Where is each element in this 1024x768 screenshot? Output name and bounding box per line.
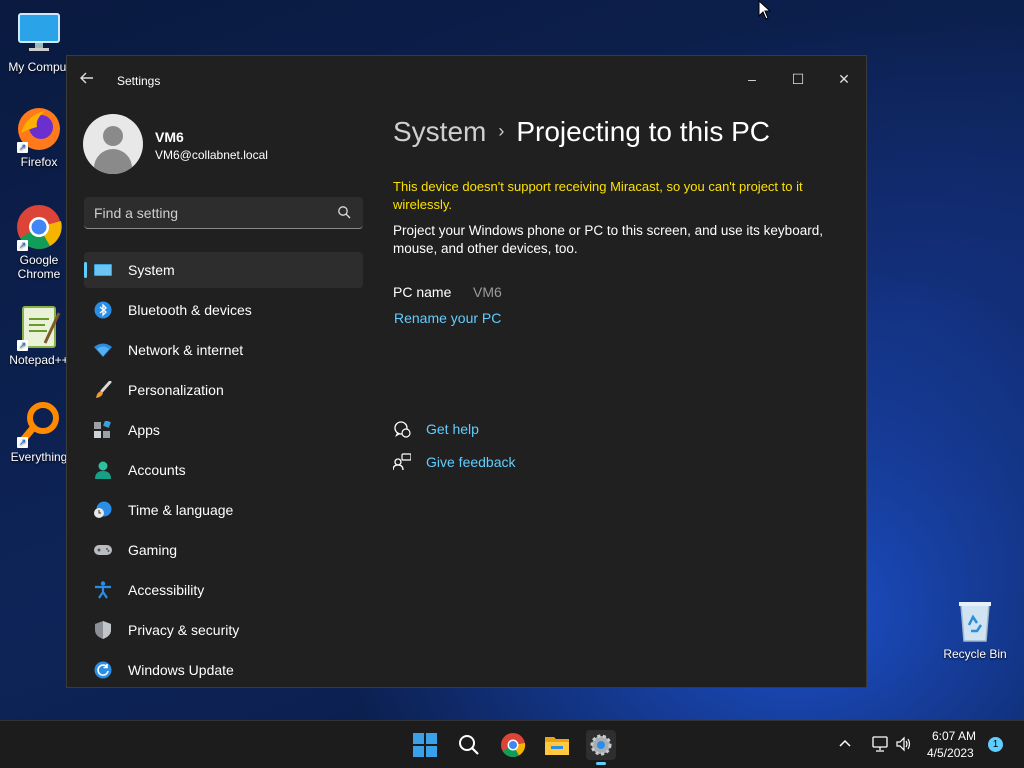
taskbar-chrome-button[interactable] [498, 730, 528, 760]
user-name: VM6 [155, 129, 184, 145]
sidebar-item-gaming[interactable]: Gaming [84, 532, 363, 568]
chrome-icon [501, 733, 526, 758]
avatar[interactable] [83, 114, 143, 174]
minimize-button[interactable]: – [729, 64, 775, 94]
tray-overflow-chevron-icon[interactable] [838, 736, 854, 752]
page-title: Projecting to this PC [516, 116, 771, 147]
clock-date[interactable]: 4/5/2023 [927, 746, 974, 760]
sidebar-item-label: Gaming [128, 542, 178, 558]
notification-badge[interactable]: 1 [988, 737, 1003, 752]
firefox-icon: ↗ [15, 105, 63, 153]
title-bar[interactable]: Settings – ☐ ✕ [67, 56, 866, 104]
sidebar-nav: System Bluetooth & devices Network & int… [84, 252, 363, 687]
user-email: VM6@collabnet.local [155, 148, 268, 162]
mouse-cursor-icon [758, 0, 772, 20]
search-icon[interactable] [337, 205, 351, 219]
feedback-icon [393, 453, 411, 471]
shortcut-arrow-icon: ↗ [17, 340, 28, 351]
update-icon [94, 661, 112, 679]
accessibility-icon [95, 581, 111, 599]
magnifier-icon: ↗ [15, 400, 63, 448]
desktop-icon-recycle-bin[interactable]: Recycle Bin [936, 597, 1014, 661]
breadcrumb-separator: › [498, 121, 505, 141]
sidebar-item-apps[interactable]: Apps [84, 412, 363, 448]
miracast-warning: This device doesn't support receiving Mi… [393, 179, 803, 212]
apps-icon [94, 421, 111, 438]
maximize-button[interactable]: ☐ [775, 64, 821, 94]
folder-icon [545, 737, 569, 755]
globe-clock-icon [94, 501, 112, 518]
sidebar-item-label: Personalization [128, 382, 224, 398]
get-help-label: Get help [426, 421, 479, 437]
breadcrumb: System › Projecting to this PC [393, 116, 770, 148]
controller-icon [94, 545, 112, 555]
clock-time[interactable]: 6:07 AM [932, 729, 976, 743]
taskbar-settings-button[interactable] [586, 730, 616, 765]
gear-icon [590, 734, 612, 756]
volume-icon[interactable] [895, 735, 913, 753]
back-button[interactable] [79, 70, 103, 92]
wifi-icon [94, 343, 112, 357]
give-feedback-label: Give feedback [426, 454, 516, 470]
shortcut-arrow-icon: ↗ [17, 437, 28, 448]
search-box[interactable] [84, 197, 363, 229]
windows-logo-icon [413, 733, 437, 757]
taskbar-file-explorer-button[interactable] [542, 730, 572, 760]
person-icon [95, 461, 111, 479]
recycle-bin-icon [951, 597, 999, 645]
breadcrumb-parent[interactable]: System [393, 116, 486, 147]
sidebar-item-label: Bluetooth & devices [128, 302, 252, 318]
sidebar-item-label: System [128, 262, 175, 278]
bluetooth-icon [94, 301, 112, 319]
taskbar-search-button[interactable] [454, 730, 484, 760]
desktop-icon-label: Recycle Bin [943, 647, 1007, 661]
sidebar-item-personalization[interactable]: Personalization [84, 372, 363, 408]
brush-icon [96, 381, 112, 398]
monitor-icon [94, 264, 112, 276]
sidebar-item-label: Network & internet [128, 342, 244, 358]
sidebar-item-time-language[interactable]: Time & language [84, 492, 363, 528]
projection-description: Project your Windows phone or PC to this… [393, 223, 823, 256]
help-chat-icon [394, 421, 411, 438]
sidebar-item-privacy[interactable]: Privacy & security [84, 612, 363, 648]
settings-window: Settings – ☐ ✕ VM6 VM6@collabnet.local S… [66, 55, 867, 688]
search-icon [459, 735, 479, 755]
chrome-icon: ↗ [15, 203, 63, 251]
shortcut-arrow-icon: ↗ [17, 240, 28, 251]
start-button[interactable] [410, 730, 440, 760]
taskbar: 6:07 AM 4/5/2023 1 [0, 720, 1024, 768]
pc-name-label: PC name [393, 284, 452, 300]
sidebar-item-label: Privacy & security [128, 622, 240, 638]
sidebar-item-system[interactable]: System [84, 252, 363, 288]
sidebar-item-accounts[interactable]: Accounts [84, 452, 363, 488]
sidebar-item-label: Apps [128, 422, 160, 438]
sidebar-item-label: Accounts [128, 462, 186, 478]
pc-name-value: VM6 [473, 284, 502, 300]
back-arrow-icon [80, 72, 93, 84]
close-button[interactable]: ✕ [821, 64, 866, 94]
sidebar-item-windows-update[interactable]: Windows Update [84, 652, 363, 687]
sidebar-item-label: Time & language [128, 502, 234, 518]
sidebar-item-network[interactable]: Network & internet [84, 332, 363, 368]
window-title: Settings [117, 74, 161, 88]
monitor-icon [15, 10, 63, 58]
sidebar-item-label: Accessibility [128, 582, 205, 598]
sidebar-item-accessibility[interactable]: Accessibility [84, 572, 363, 608]
rename-pc-link[interactable]: Rename your PC [394, 310, 501, 326]
shortcut-arrow-icon: ↗ [17, 142, 28, 153]
sidebar-item-label: Windows Update [128, 662, 234, 678]
shield-icon [95, 621, 111, 639]
network-icon[interactable] [871, 735, 889, 753]
notepadpp-icon: ↗ [15, 303, 63, 351]
search-input[interactable] [84, 197, 336, 229]
sidebar-item-bluetooth[interactable]: Bluetooth & devices [84, 292, 363, 328]
